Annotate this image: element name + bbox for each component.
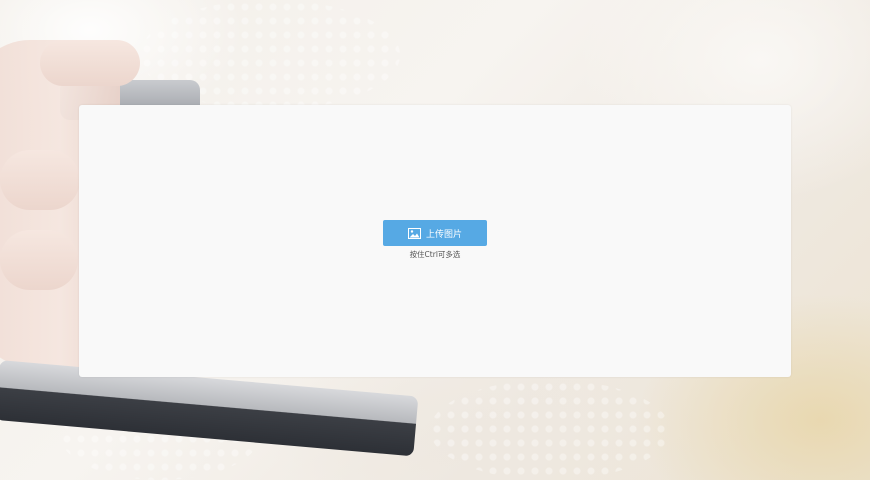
upload-panel: 上传图片 按住Ctrl可多选 <box>79 105 791 377</box>
finger-decor <box>0 230 78 290</box>
finger-decor <box>0 150 80 210</box>
image-icon <box>407 227 421 239</box>
finger-decor <box>40 40 140 86</box>
multi-select-hint: 按住Ctrl可多选 <box>409 250 461 259</box>
upload-image-button[interactable]: 上传图片 <box>383 220 487 246</box>
upload-button-label: 上传图片 <box>425 229 462 240</box>
lace-texture <box>430 380 670 480</box>
